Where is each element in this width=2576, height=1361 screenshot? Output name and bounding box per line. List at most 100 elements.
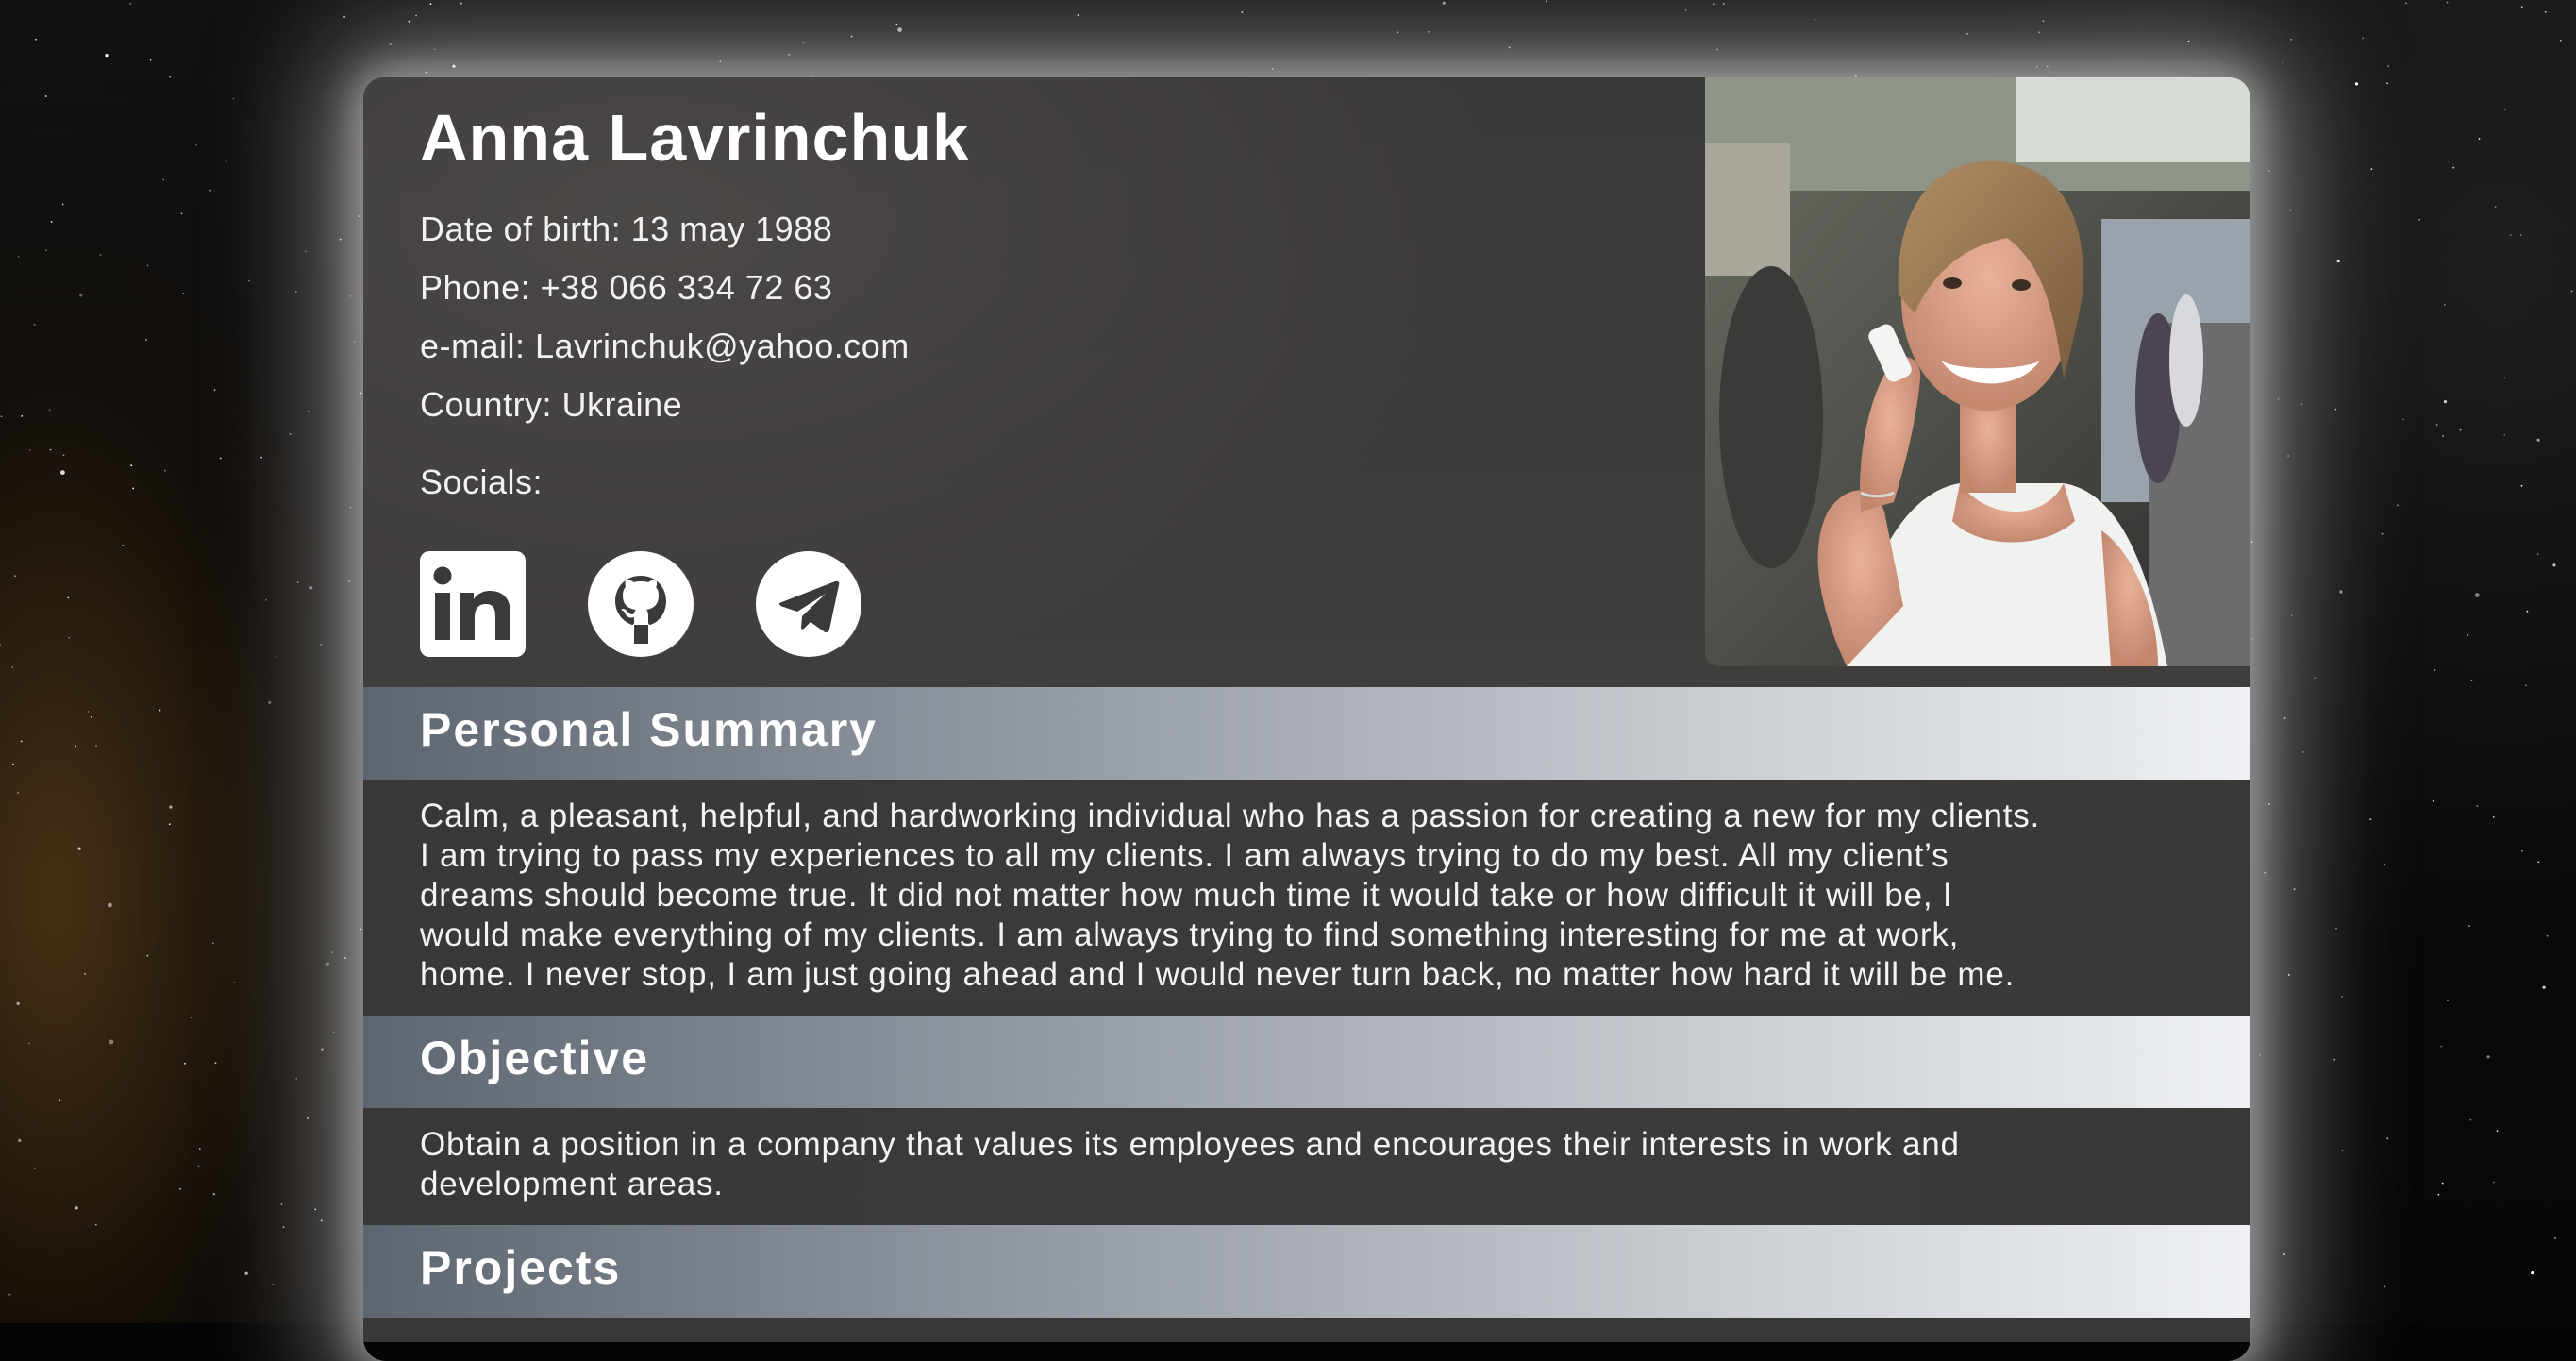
star <box>2264 871 2267 874</box>
star <box>339 238 342 241</box>
star <box>2503 433 2506 436</box>
star <box>244 1271 248 1275</box>
star <box>1077 14 1079 17</box>
star <box>0 644 2 646</box>
star <box>788 54 791 56</box>
star <box>48 409 51 412</box>
star <box>1428 30 1430 33</box>
star <box>2546 934 2549 937</box>
star <box>28 1042 30 1045</box>
star <box>90 716 92 718</box>
star <box>108 902 112 908</box>
star <box>2289 210 2292 212</box>
star <box>182 293 185 294</box>
linkedin-link[interactable] <box>420 551 526 657</box>
star <box>2542 985 2546 989</box>
star <box>408 20 410 23</box>
star <box>320 1048 325 1051</box>
star <box>2526 610 2529 613</box>
star <box>2443 400 2448 404</box>
star <box>190 1017 192 1019</box>
star <box>1713 3 1715 6</box>
objective-title: Objective <box>420 1032 650 1084</box>
star <box>14 575 16 578</box>
star <box>198 1148 201 1150</box>
star <box>20 740 23 743</box>
star <box>2486 1055 2490 1059</box>
github-link[interactable] <box>588 551 694 657</box>
star <box>353 341 356 343</box>
star <box>429 3 432 6</box>
star <box>2452 166 2455 169</box>
socials-row <box>420 549 924 659</box>
star <box>2444 304 2446 306</box>
star <box>309 586 313 590</box>
star <box>1722 3 1725 5</box>
star <box>132 487 135 490</box>
star <box>452 64 456 68</box>
star <box>1442 1 1446 5</box>
star <box>61 203 64 206</box>
star <box>2370 168 2373 171</box>
star <box>2478 138 2481 140</box>
star <box>2492 816 2495 818</box>
star <box>2440 1045 2443 1048</box>
star <box>314 1208 317 1211</box>
star <box>2470 680 2473 682</box>
star <box>2537 861 2540 864</box>
star <box>146 264 149 267</box>
star <box>2405 2 2407 5</box>
star <box>2354 82 2359 86</box>
star <box>1271 68 1274 70</box>
star <box>87 711 90 713</box>
star <box>209 189 212 192</box>
star <box>2362 37 2365 40</box>
star <box>360 392 362 395</box>
personal-summary-text: Calm, a pleasant, helpful, and hardworki… <box>420 798 2041 993</box>
star <box>2536 553 2539 555</box>
star <box>2519 234 2522 236</box>
star <box>60 470 65 475</box>
star <box>2042 20 2045 23</box>
star <box>17 255 20 258</box>
projects-title: Projects <box>420 1241 622 1294</box>
star <box>330 951 333 954</box>
star <box>2314 677 2317 679</box>
star <box>2468 925 2471 927</box>
telegram-link[interactable] <box>756 551 861 657</box>
star <box>17 791 20 794</box>
star <box>2046 65 2049 68</box>
star <box>2038 31 2041 34</box>
star <box>212 1193 215 1196</box>
star <box>2384 1285 2386 1288</box>
star <box>2282 61 2284 63</box>
star <box>2552 563 2556 567</box>
email-address[interactable]: e-mail: Lavrinchuk@yahoo.com <box>420 327 910 366</box>
star <box>2418 218 2421 221</box>
star <box>2334 408 2337 411</box>
star <box>2503 109 2506 111</box>
star <box>895 23 898 25</box>
star <box>49 448 52 451</box>
star <box>0 415 3 418</box>
star <box>2386 1137 2389 1140</box>
star <box>184 1062 186 1065</box>
star <box>2336 260 2340 263</box>
star <box>2536 438 2540 442</box>
star <box>2570 290 2573 293</box>
star <box>2381 532 2384 535</box>
star <box>18 1138 22 1142</box>
star <box>2293 888 2296 890</box>
star <box>232 97 235 100</box>
star <box>2474 593 2480 597</box>
github-icon <box>588 551 694 657</box>
star <box>16 1001 20 1005</box>
star <box>34 1168 36 1170</box>
star <box>2525 684 2527 687</box>
star <box>213 389 216 391</box>
star <box>44 95 47 97</box>
star <box>1546 0 1547 3</box>
star <box>84 973 86 975</box>
star <box>50 221 53 223</box>
star <box>28 449 31 451</box>
